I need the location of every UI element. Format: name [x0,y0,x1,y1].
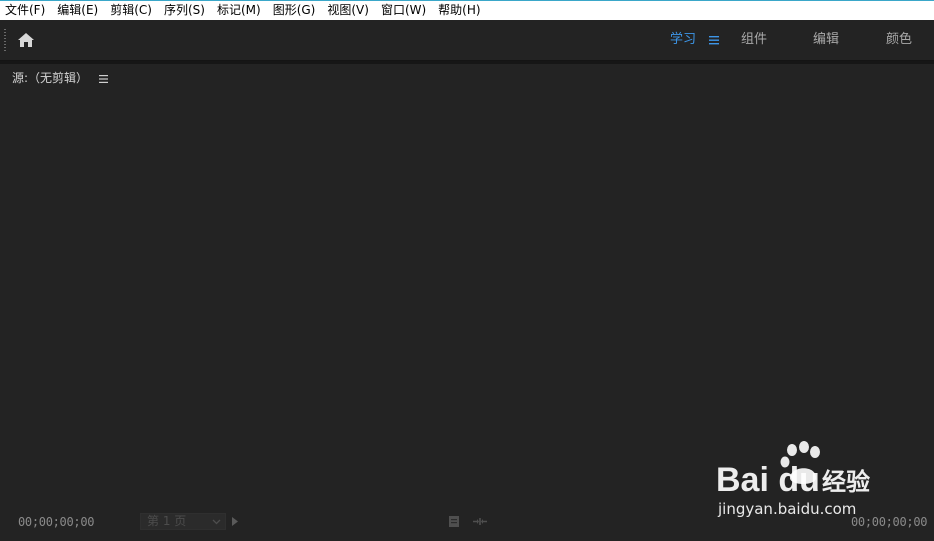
insert-icon[interactable] [472,516,488,527]
play-icon[interactable] [231,516,239,527]
menu-view[interactable]: 视图(V) [321,1,375,20]
menu-bar: 文件(F) 编辑(E) 剪辑(C) 序列(S) 标记(M) 图形(G) 视图(V… [0,1,934,20]
workspace-header: 学习 组件 编辑 颜色 [0,20,934,61]
watermark-brand-suffix: 经验 [822,468,870,496]
menu-markers[interactable]: 标记(M) [211,1,267,20]
watermark-brand: Bai du [716,461,820,499]
menu-clip[interactable]: 剪辑(C) [104,1,158,20]
chevron-down-icon [212,519,221,525]
menu-window[interactable]: 窗口(W) [375,1,432,20]
menu-edit[interactable]: 编辑(E) [51,1,104,20]
home-button[interactable] [15,30,37,50]
export-frame-icon[interactable] [448,515,460,528]
home-icon [18,33,34,47]
workspace-tab-assembly[interactable]: 组件 [741,32,767,48]
page-select-dropdown[interactable]: 第 1 页 [140,513,226,530]
hamburger-menu-icon[interactable] [709,34,719,46]
menu-graphics[interactable]: 图形(G) [267,1,322,20]
menu-help[interactable]: 帮助(H) [432,1,486,20]
playhead-timecode[interactable]: 00;00;00;00 [18,515,94,529]
page-select-value: 第 1 页 [147,514,187,528]
panel-title[interactable]: 源:（无剪辑） [12,70,88,86]
workspace-tab-editing[interactable]: 编辑 [813,32,839,48]
menu-file[interactable]: 文件(F) [0,1,51,20]
workspace-tab-color[interactable]: 颜色 [886,32,912,48]
menu-sequence[interactable]: 序列(S) [158,1,211,20]
watermark-url: jingyan.baidu.com [717,500,856,518]
baidu-jingyan-watermark: Bai du 经验 jingyan.baidu.com [716,441,870,518]
drag-grip-handle[interactable] [4,29,6,51]
workspace-tab-learn[interactable]: 学习 [670,32,696,48]
panel-menu-icon[interactable] [99,74,108,84]
